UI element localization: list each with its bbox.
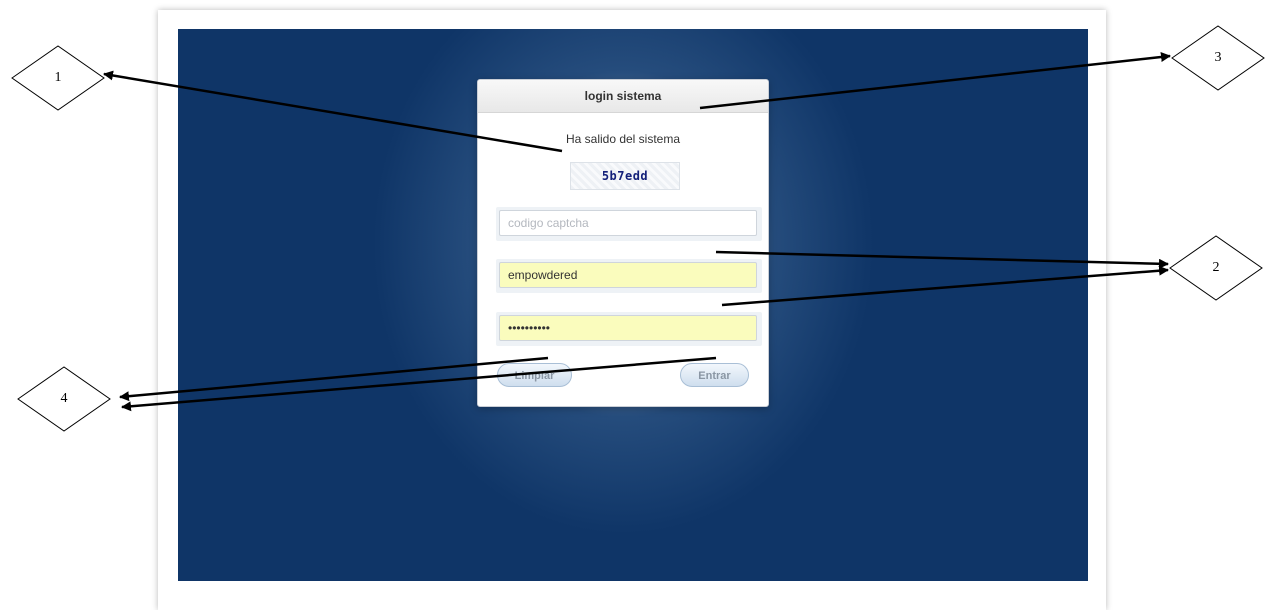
callout-arrow-1	[103, 70, 563, 153]
callout-arrow-2a	[715, 250, 1169, 269]
annotation-overlay	[11, 25, 1265, 432]
callout-label-3: 3	[1214, 50, 1222, 65]
callout-label-4: 4	[60, 391, 68, 406]
callout-label-2: 2	[1212, 260, 1220, 275]
callout-arrow-2b	[721, 265, 1169, 307]
callout-arrow-4b	[121, 356, 717, 412]
callout-arrow-3	[699, 52, 1171, 110]
callout-label-1: 1	[54, 70, 62, 85]
